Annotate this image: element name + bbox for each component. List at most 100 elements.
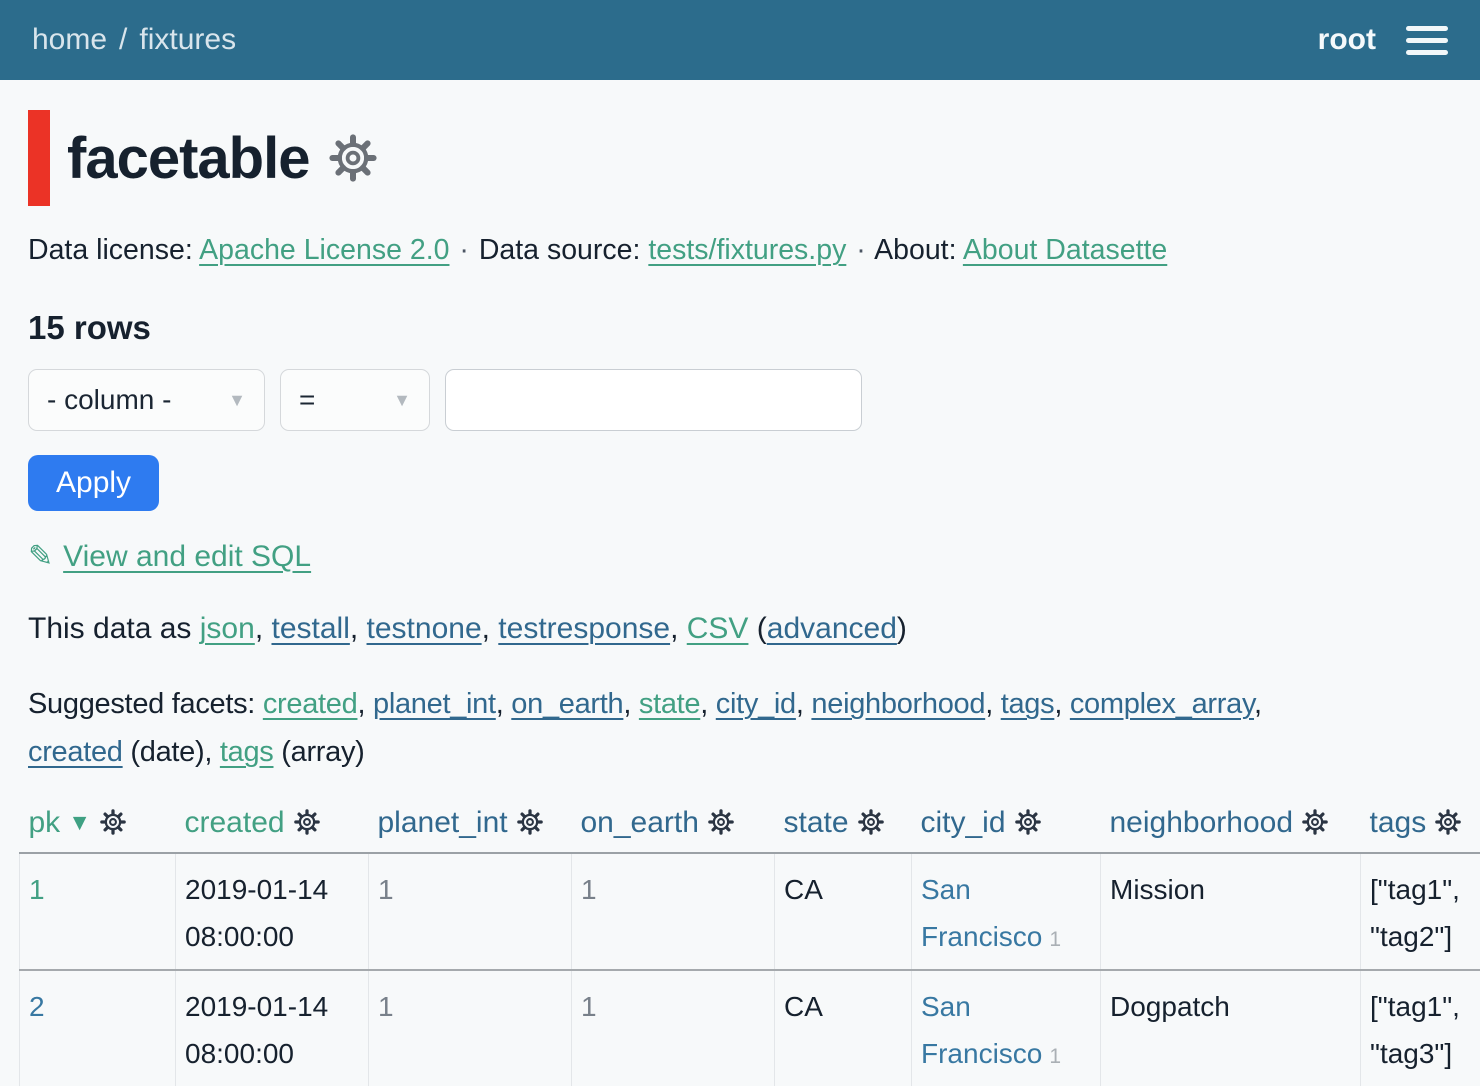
column-gear-icon[interactable] [517,809,543,835]
export-link-json[interactable]: json [200,612,255,645]
cell-planet-int: 1 [369,853,572,970]
comma: , [482,612,499,645]
export-link-advanced[interactable]: advanced [767,612,897,645]
about-label: About: [874,234,956,266]
column-header-planet-int-link[interactable]: planet_int [378,806,508,839]
column-gear-icon[interactable] [1302,809,1328,835]
column-gear-icon[interactable] [100,809,126,835]
column-gear-icon[interactable] [1435,809,1461,835]
breadcrumb-fixtures-link[interactable]: fixtures [139,23,236,57]
comma: , [350,612,367,645]
column-header-planet-int: planet_int [369,800,572,853]
export-link-csv[interactable]: CSV [687,612,749,645]
column-header-city-id: city_id [912,800,1101,853]
column-header-neighborhood-link[interactable]: neighborhood [1110,806,1294,839]
comma: , [670,612,687,645]
table-header-row: pk▼ created planet_int on_earth state [20,800,1480,853]
column-header-tags-link[interactable]: tags [1370,806,1427,839]
column-gear-icon[interactable] [858,809,884,835]
breadcrumb: home / fixtures [32,23,236,57]
column-gear-icon[interactable] [1015,809,1041,835]
page-title: facetable [67,125,309,192]
separator: (date), [123,736,220,768]
data-table: pk▼ created planet_int on_earth state [19,800,1480,1086]
cell-on-earth: 1 [572,853,775,970]
about-link[interactable]: About Datasette [963,234,1167,266]
facet-link-tags[interactable]: tags [1001,688,1055,720]
chevron-down-icon: ▼ [228,390,246,411]
comma: , [255,612,272,645]
separator: , [496,688,512,720]
separator: , [623,688,639,720]
city-link[interactable]: San Francisco [921,874,1042,952]
hamburger-menu-icon[interactable] [1406,22,1448,59]
column-header-on-earth: on_earth [572,800,775,853]
column-gear-icon[interactable] [294,809,320,835]
filter-row: - column - ▼ = ▼ [28,369,1480,431]
cell-state: CA [775,970,912,1086]
filter-operator-select[interactable]: = ▼ [280,369,430,431]
suggested-facets: Suggested facets: created, planet_int, o… [28,680,1480,776]
column-header-state-link[interactable]: state [784,806,849,839]
facet-link-created[interactable]: created [263,688,358,720]
table-row: 1 2019-01-14 08:00:00 1 1 CA San Francis… [20,853,1480,970]
apply-button[interactable]: Apply [28,455,159,511]
cell-city-id: San Francisco1 [912,970,1101,1086]
source-link[interactable]: tests/fixtures.py [648,234,846,266]
column-header-city-id-link[interactable]: city_id [921,806,1006,839]
paren-close: ) [897,612,907,645]
column-header-created-link[interactable]: created [185,806,285,839]
separator: , [1054,688,1070,720]
table-settings-gear-icon[interactable] [329,134,377,182]
cell-on-earth: 1 [572,970,775,1086]
facet-link-on-earth[interactable]: on_earth [511,688,623,720]
license-label: Data license: [28,234,193,266]
license-link[interactable]: Apache License 2.0 [199,234,449,266]
title-accent-bar [28,110,50,206]
column-header-created: created [176,800,369,853]
top-nav: home / fixtures root [0,0,1480,80]
separator: , [985,688,1001,720]
export-prefix: This data as [28,612,191,645]
separator: (array) [274,736,365,768]
paren-open: ( [757,612,767,645]
column-header-on-earth-link[interactable]: on_earth [581,806,699,839]
main-content: facetable Data license: Apache License 2… [0,110,1480,1086]
cell-planet-int: 1 [369,970,572,1086]
view-edit-sql-link[interactable]: View and edit SQL [63,540,311,574]
cell-created: 2019-01-14 08:00:00 [176,853,369,970]
column-header-neighborhood: neighborhood [1101,800,1361,853]
view-edit-sql-row: ✎ View and edit SQL [28,539,1480,574]
filter-column-select[interactable]: - column - ▼ [28,369,265,431]
facet-link-neighborhood[interactable]: neighborhood [811,688,985,720]
column-header-tags: tags [1361,800,1480,853]
cell-neighborhood: Dogpatch [1101,970,1361,1086]
column-header-pk-link[interactable]: pk [29,806,61,839]
cell-pk: 2 [20,970,176,1086]
separator: , [796,688,812,720]
export-link-testnone[interactable]: testnone [367,612,482,645]
facet-link-tags-array[interactable]: tags [220,736,274,768]
column-gear-icon[interactable] [708,809,734,835]
facet-link-state[interactable]: state [639,688,700,720]
filter-value-input[interactable] [445,369,862,431]
row-pk-link[interactable]: 1 [29,874,45,905]
export-link-testall[interactable]: testall [271,612,349,645]
breadcrumb-home-link[interactable]: home [32,23,107,57]
chevron-down-icon: ▼ [393,390,411,411]
separator: , [700,688,716,720]
user-menu[interactable]: root [1318,23,1376,57]
facet-link-planet-int[interactable]: planet_int [373,688,496,720]
facet-link-city-id[interactable]: city_id [716,688,796,720]
export-link-testresponse[interactable]: testresponse [498,612,670,645]
row-pk-link[interactable]: 2 [29,991,45,1022]
separator-dot: · [457,234,471,266]
breadcrumb-separator: / [119,23,127,57]
cell-neighborhood: Mission [1101,853,1361,970]
separator-dot: · [854,234,868,266]
cell-tags: ["tag1", "tag2"] [1361,853,1480,970]
facet-link-complex-array[interactable]: complex_array [1070,688,1254,720]
source-label: Data source: [479,234,641,266]
facet-link-created-date[interactable]: created [28,736,123,768]
city-link[interactable]: San Francisco [921,991,1042,1069]
